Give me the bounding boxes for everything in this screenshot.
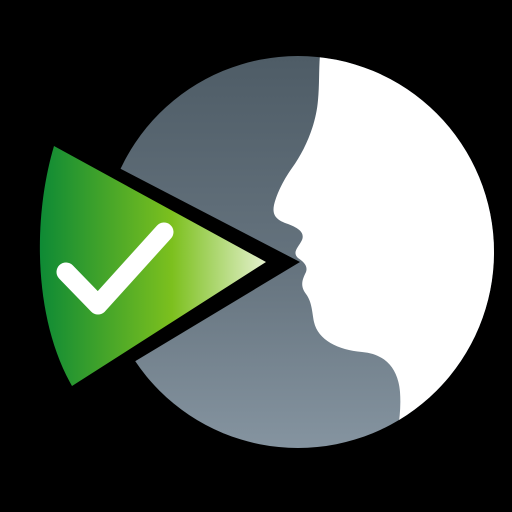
app-icon <box>0 0 512 512</box>
icon-graphic <box>0 0 512 512</box>
